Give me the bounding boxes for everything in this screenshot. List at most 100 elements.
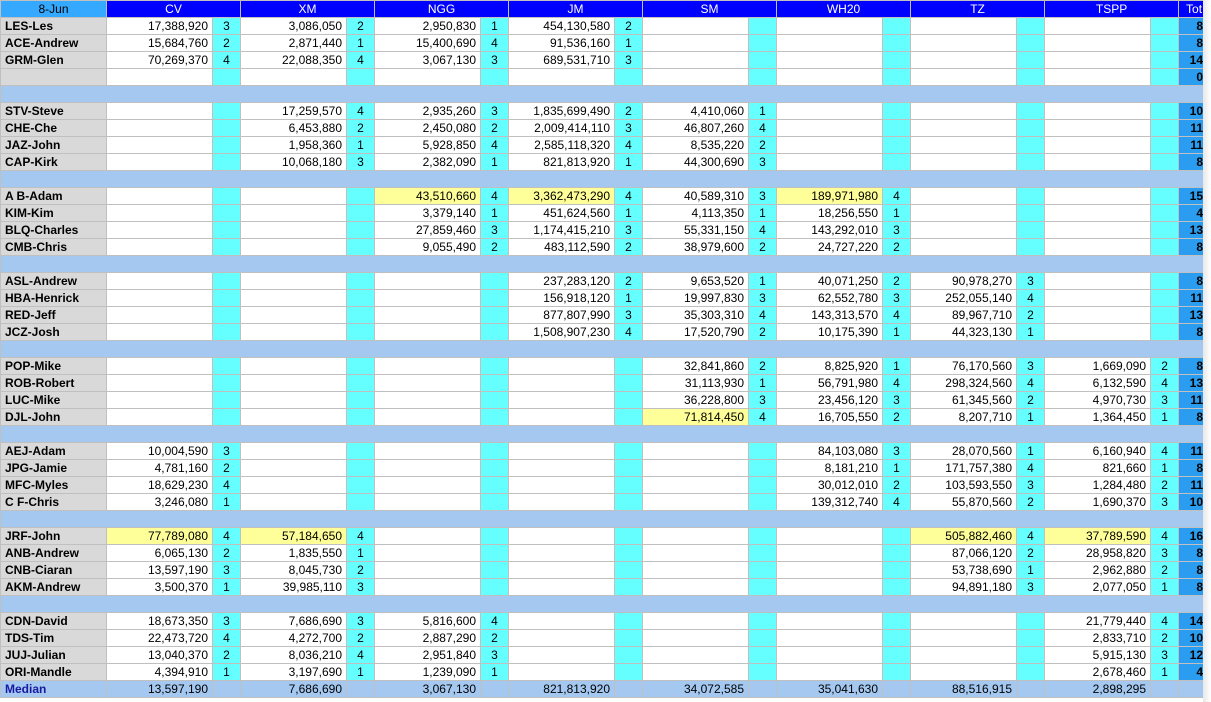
value-cell[interactable]: 2,077,050 bbox=[1044, 578, 1152, 596]
rank-cell[interactable] bbox=[748, 629, 778, 647]
value-cell[interactable] bbox=[508, 459, 616, 477]
value-cell[interactable] bbox=[374, 493, 482, 511]
value-cell[interactable]: 2,935,260 bbox=[374, 102, 482, 120]
value-cell[interactable]: 2,678,460 bbox=[1044, 663, 1152, 681]
value-cell[interactable] bbox=[910, 663, 1018, 681]
rank-cell[interactable] bbox=[346, 374, 376, 392]
rank-cell[interactable]: 4 bbox=[346, 527, 376, 545]
rank-cell[interactable]: 3 bbox=[1016, 357, 1046, 375]
rank-cell[interactable] bbox=[1150, 17, 1180, 35]
value-cell[interactable] bbox=[508, 442, 616, 460]
value-cell[interactable] bbox=[508, 561, 616, 579]
rank-cell[interactable]: 2 bbox=[1150, 629, 1180, 647]
value-cell[interactable] bbox=[642, 476, 750, 494]
rank-cell[interactable]: 2 bbox=[346, 17, 376, 35]
rank-cell[interactable] bbox=[346, 357, 376, 375]
rank-cell[interactable]: 2 bbox=[614, 17, 644, 35]
rank-cell[interactable]: 2 bbox=[211, 646, 242, 664]
row-name-cell[interactable]: ANB-Andrew bbox=[0, 544, 107, 562]
rank-cell[interactable] bbox=[1016, 17, 1046, 35]
value-cell[interactable] bbox=[508, 357, 616, 375]
row-name-cell[interactable]: ORI-Mandle bbox=[0, 663, 107, 681]
rank-cell[interactable] bbox=[882, 34, 912, 52]
rank-cell[interactable]: 3 bbox=[1150, 544, 1180, 562]
value-cell[interactable]: 44,300,690 bbox=[642, 153, 750, 171]
value-cell[interactable]: 6,453,880 bbox=[240, 119, 348, 137]
rank-cell[interactable]: 4 bbox=[346, 646, 376, 664]
value-cell[interactable]: 19,997,830 bbox=[642, 289, 750, 307]
value-cell[interactable]: 1,174,415,210 bbox=[508, 221, 616, 239]
value-cell[interactable] bbox=[374, 459, 482, 477]
rank-cell[interactable]: 1 bbox=[211, 578, 242, 596]
value-cell[interactable]: 689,531,710 bbox=[508, 51, 616, 69]
rank-cell[interactable] bbox=[614, 561, 644, 579]
rank-cell[interactable] bbox=[1016, 68, 1046, 86]
value-cell[interactable]: 483,112,590 bbox=[508, 238, 616, 256]
value-cell[interactable]: 821,660 bbox=[1044, 459, 1152, 477]
rank-cell[interactable] bbox=[1016, 646, 1046, 664]
rank-cell[interactable] bbox=[882, 663, 912, 681]
row-name-cell[interactable]: JAZ-John bbox=[0, 136, 107, 154]
value-cell[interactable]: 3,067,130 bbox=[374, 51, 482, 69]
rank-cell[interactable]: 4 bbox=[1150, 442, 1180, 460]
value-cell[interactable]: 3,246,080 bbox=[106, 493, 213, 511]
rank-cell[interactable]: 2 bbox=[1016, 306, 1046, 324]
value-cell[interactable]: 44,323,130 bbox=[910, 323, 1018, 341]
value-cell[interactable] bbox=[776, 51, 884, 69]
rank-cell[interactable] bbox=[614, 357, 644, 375]
rank-cell[interactable]: 4 bbox=[1016, 459, 1046, 477]
value-cell[interactable]: 10,004,590 bbox=[106, 442, 213, 460]
rank-cell[interactable] bbox=[211, 323, 242, 341]
rank-cell[interactable] bbox=[882, 629, 912, 647]
rank-cell[interactable] bbox=[346, 391, 376, 409]
row-name-cell[interactable]: CAP-Kirk bbox=[0, 153, 107, 171]
row-name-cell[interactable]: JRF-John bbox=[0, 527, 107, 545]
row-name-cell[interactable]: POP-Mike bbox=[0, 357, 107, 375]
value-cell[interactable] bbox=[776, 17, 884, 35]
rank-cell[interactable]: 1 bbox=[882, 323, 912, 341]
value-cell[interactable] bbox=[910, 153, 1018, 171]
value-cell[interactable] bbox=[374, 544, 482, 562]
value-cell[interactable]: 35,303,310 bbox=[642, 306, 750, 324]
value-cell[interactable]: 23,456,120 bbox=[776, 391, 884, 409]
rank-cell[interactable]: 3 bbox=[346, 153, 376, 171]
value-cell[interactable] bbox=[1044, 289, 1152, 307]
value-cell[interactable]: 4,394,910 bbox=[106, 663, 213, 681]
value-cell[interactable]: 10,175,390 bbox=[776, 323, 884, 341]
row-name-cell[interactable]: CDN-David bbox=[0, 612, 107, 630]
rank-cell[interactable] bbox=[346, 442, 376, 460]
rank-cell[interactable] bbox=[480, 323, 510, 341]
value-cell[interactable] bbox=[642, 663, 750, 681]
value-cell[interactable] bbox=[776, 663, 884, 681]
value-cell[interactable]: 3,197,690 bbox=[240, 663, 348, 681]
rank-cell[interactable]: 1 bbox=[614, 153, 644, 171]
row-name-cell[interactable]: AEJ-Adam bbox=[0, 442, 107, 460]
row-name-cell[interactable]: ASL-Andrew bbox=[0, 272, 107, 290]
value-cell[interactable]: 7,686,690 bbox=[240, 612, 348, 630]
value-cell[interactable]: 2,450,080 bbox=[374, 119, 482, 137]
rank-cell[interactable]: 1 bbox=[1150, 578, 1180, 596]
rank-cell[interactable] bbox=[748, 663, 778, 681]
rank-cell[interactable] bbox=[1150, 102, 1180, 120]
rank-cell[interactable] bbox=[346, 306, 376, 324]
value-cell[interactable]: 17,259,570 bbox=[240, 102, 348, 120]
value-cell[interactable]: 40,589,310 bbox=[642, 187, 750, 205]
rank-cell[interactable] bbox=[346, 272, 376, 290]
rank-cell[interactable]: 2 bbox=[211, 544, 242, 562]
value-cell[interactable] bbox=[1044, 153, 1152, 171]
rank-cell[interactable] bbox=[346, 289, 376, 307]
rank-cell[interactable] bbox=[882, 578, 912, 596]
row-name-cell[interactable]: ROB-Robert bbox=[0, 374, 107, 392]
value-cell[interactable]: 2,962,880 bbox=[1044, 561, 1152, 579]
rank-cell[interactable] bbox=[480, 459, 510, 477]
value-cell[interactable] bbox=[776, 629, 884, 647]
rank-cell[interactable]: 4 bbox=[1016, 374, 1046, 392]
rank-cell[interactable] bbox=[480, 561, 510, 579]
row-name-cell[interactable]: MFC-Myles bbox=[0, 476, 107, 494]
rank-cell[interactable]: 1 bbox=[480, 153, 510, 171]
row-name-cell[interactable]: CHE-Che bbox=[0, 119, 107, 137]
value-cell[interactable]: 8,036,210 bbox=[240, 646, 348, 664]
value-cell[interactable] bbox=[240, 221, 348, 239]
rank-cell[interactable]: 1 bbox=[1016, 442, 1046, 460]
value-cell[interactable] bbox=[642, 629, 750, 647]
